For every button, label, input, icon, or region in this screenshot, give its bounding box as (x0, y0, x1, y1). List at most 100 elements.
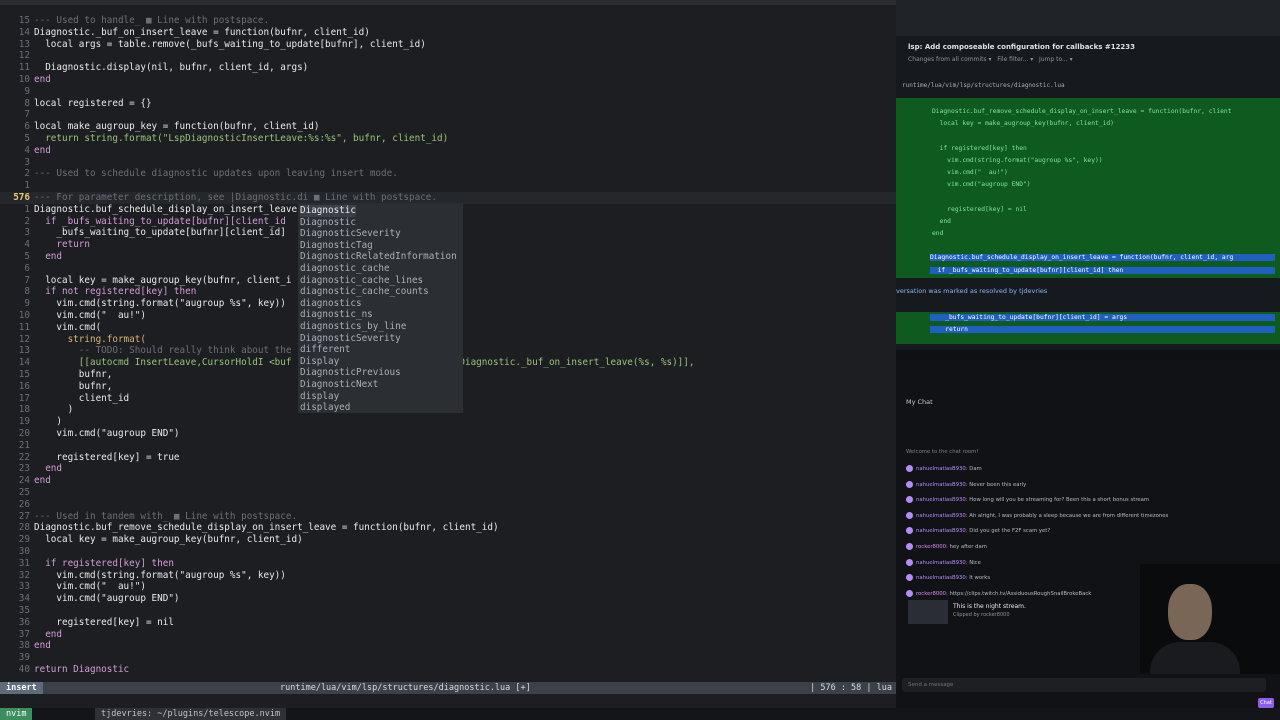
code-line[interactable]: 10 end (0, 74, 896, 86)
code-line[interactable]: 15 --- Used to handle_ ■ Line with postsp… (0, 15, 896, 27)
code-line[interactable]: 39 (0, 652, 896, 664)
code-text: end (34, 463, 62, 475)
completion-item[interactable]: DiagnosticRelatedInformation (300, 251, 457, 263)
code-line[interactable]: 1 (0, 180, 896, 192)
diff-line[interactable]: if registered[key] then (932, 145, 1027, 152)
completion-item[interactable]: diagnostic_ns (300, 309, 373, 321)
code-line[interactable]: 22 registered[key] = true (0, 452, 896, 464)
completion-popup[interactable]: Diagnostic Diagnostic DiagnosticSeverity Di… (298, 203, 463, 413)
code-line[interactable]: 19 ) (0, 416, 896, 428)
code-text: --- Used to handle_ ■ Line with postspac… (34, 15, 270, 26)
clip-thumbnail[interactable] (908, 600, 948, 624)
chat-username[interactable]: nahuelmatiasB930: (916, 482, 969, 488)
chat-username[interactable]: nahuelmatiasB930: (916, 513, 969, 519)
code-line[interactable]: 8 local registered = {} (0, 98, 896, 110)
code-line[interactable]: 21 (0, 440, 896, 452)
code-line[interactable]: 28 Diagnostic.buf_remove_schedule_display… (0, 522, 896, 534)
code-line[interactable]: 6 local make_augroup_key = function(bufnr… (0, 121, 896, 133)
line-number: 16 (18, 380, 30, 392)
github-pr-window[interactable]: lsp: Add composeable configuration for c… (896, 0, 1280, 350)
code-line[interactable]: 30 (0, 546, 896, 558)
code-line[interactable]: 5 return string.format("LspDiagnosticIns… (0, 133, 896, 145)
diff-line[interactable]: registered[key] = nil (932, 206, 1027, 213)
chat-username[interactable]: nahuelmatiasB930: (916, 560, 969, 566)
code-line[interactable]: 35 (0, 605, 896, 617)
code-line[interactable]: 33 vim.cmd(" au!") (0, 581, 896, 593)
chat-input[interactable]: Send a message (902, 678, 1266, 692)
code-line[interactable]: 34 vim.cmd("augroup END") (0, 593, 896, 605)
code-line[interactable]: 37 end (0, 629, 896, 641)
tmux-window-nvim[interactable]: nvim (0, 708, 33, 720)
completion-item[interactable]: diagnostic_cache (300, 263, 390, 275)
diff-line[interactable]: vim.cmd("augroup END") (932, 181, 1030, 188)
completion-item[interactable]: DiagnosticTag (300, 240, 373, 252)
code-line[interactable]: 12 (0, 50, 896, 62)
code-line[interactable]: 14 Diagnostic._buf_on_insert_leave = func… (0, 27, 896, 39)
code-line[interactable]: 9 (0, 86, 896, 98)
completion-item[interactable]: Diagnostic (300, 205, 356, 217)
code-text: end (34, 628, 62, 640)
code-line[interactable]: 2 --- Used to schedule diagnostic updates… (0, 168, 896, 180)
diff-line[interactable]: local key = make_augroup_key(bufnr, clie… (932, 120, 1114, 127)
chat-message: nahuelmatiasB930: Did you get the F2F sc… (906, 527, 1050, 535)
completion-item[interactable]: diagnostic_cache_counts (300, 286, 429, 298)
code-line[interactable]: 24 end (0, 475, 896, 487)
diff-line[interactable]: vim.cmd(" au!") (932, 169, 1008, 176)
code-line[interactable]: 36 registered[key] = nil (0, 617, 896, 629)
code-line[interactable]: 31 if registered[key] then (0, 558, 896, 570)
code-line[interactable]: 29 local key = make_augroup_key(bufnr, c… (0, 534, 896, 546)
chat-username[interactable]: nahuelmatiasB930: (916, 497, 969, 503)
diff-file-path[interactable]: runtime/lua/vim/lsp/structures/diagnosti… (902, 82, 1065, 89)
chat-username[interactable]: nahuelmatiasB930: (916, 575, 969, 581)
pr-filter-bar[interactable]: Changes from all commits ▾ File filter..… (908, 56, 1073, 63)
completion-item[interactable]: DiagnosticNext (300, 379, 378, 391)
clip-title[interactable]: This is the night stream. (953, 603, 1026, 610)
chat-username[interactable]: rocker8000: (916, 591, 949, 597)
code-line[interactable]: 27 --- Used in tandem with_ ■ Line with p… (0, 511, 896, 523)
code-line[interactable]: 20 vim.cmd("augroup END") (0, 428, 896, 440)
completion-item[interactable]: diagnostics (300, 298, 362, 310)
stream-chat-window[interactable]: My Chat Welcome to the chat room! nahuel… (896, 360, 1280, 708)
tmux-window-path[interactable]: tjdevries: ~/plugins/telescope.nvim (95, 708, 287, 720)
chat-username[interactable]: nahuelmatiasB930: (916, 528, 969, 534)
line-number: 25 (18, 487, 30, 498)
completion-item[interactable]: Diagnostic (300, 217, 356, 229)
code-line[interactable]: 23 end (0, 463, 896, 475)
diff-line[interactable]: return (930, 326, 1275, 333)
diff-line[interactable]: if _bufs_waiting_to_update[bufnr][client… (930, 266, 1275, 274)
completion-item[interactable]: displayed (300, 402, 350, 414)
code-line[interactable]: 26 (0, 499, 896, 511)
completion-item[interactable]: different (300, 344, 350, 356)
code-line[interactable]: 38 end (0, 640, 896, 652)
chat-send-button[interactable]: Chat (1258, 698, 1274, 708)
diff-line[interactable]: Diagnostic.buf_remove_schedule_display_o… (932, 108, 1232, 115)
code-line[interactable]: 11 Diagnostic.display(nil, bufnr, client… (0, 62, 896, 74)
code-line[interactable]: 40 return Diagnostic (0, 664, 896, 676)
code-line[interactable]: 25 (0, 487, 896, 499)
completion-item[interactable]: diagnostic_cache_lines (300, 275, 423, 287)
diff-line[interactable]: end (932, 218, 951, 225)
completion-item[interactable]: diagnostics_by_line (300, 321, 406, 333)
diff-line[interactable]: vim.cmd(string.format("augroup %s", key)… (932, 157, 1102, 164)
code-line[interactable]: 32 vim.cmd(string.format("augroup %s", k… (0, 570, 896, 582)
code-line[interactable]: 4 end (0, 145, 896, 157)
diff-line[interactable]: _bufs_waiting_to_update[bufnr][client_id… (930, 314, 1275, 321)
completion-item[interactable]: DiagnosticSeverity (300, 333, 401, 345)
completion-item[interactable]: DiagnosticSeverity (300, 228, 401, 240)
code-line[interactable]: 3 (0, 157, 896, 169)
statusline: insert runtime/lua/vim/lsp/structures/di… (0, 682, 896, 694)
chat-username[interactable]: rocker8000: (916, 544, 949, 550)
completion-item[interactable]: Display (300, 356, 339, 368)
line-number: 7 (24, 109, 30, 121)
diff-line[interactable]: end (932, 230, 943, 237)
completion-item[interactable]: DiagnosticPrevious (300, 367, 401, 379)
code-editor[interactable]: 15 --- Used to handle_ ■ Line with postsp… (0, 0, 896, 708)
code-line[interactable]: 7 (0, 109, 896, 121)
code-text: local key = make_augroup_key(bufnr, clie… (34, 274, 292, 286)
chat-username[interactable]: nahuelmatiasB930: (916, 466, 969, 472)
code-line[interactable]: 13 local args = table.remove(_bufs_waiti… (0, 39, 896, 51)
diff-block: Diagnostic.buf_remove_schedule_display_o… (896, 98, 1280, 278)
user-badge-icon (906, 558, 913, 566)
diff-line[interactable]: Diagnostic.buf_schedule_display_on_inser… (930, 254, 1275, 262)
completion-item[interactable]: display (300, 391, 339, 403)
